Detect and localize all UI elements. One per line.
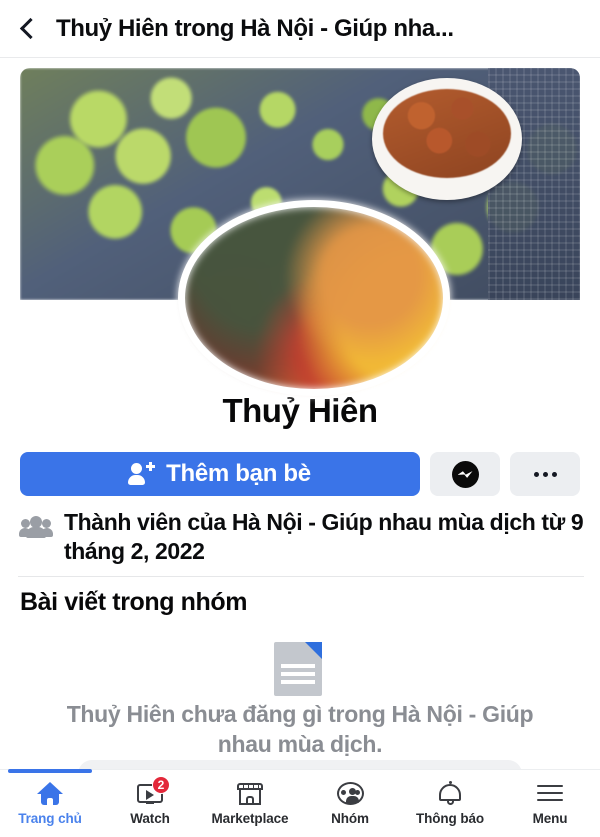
profile-action-row: Thêm bạn bè [20, 452, 580, 496]
home-icon [33, 781, 67, 807]
nav-item-watch[interactable]: 2 Watch [100, 770, 200, 837]
ellipsis-icon [533, 471, 557, 477]
nav-item-home[interactable]: Trang chủ [0, 769, 100, 837]
nav-label-watch: Watch [130, 811, 170, 826]
nav-item-menu[interactable]: Menu [500, 770, 600, 837]
page-title: Thuỷ Hiên trong Hà Nội - Giúp nha... [56, 14, 454, 42]
cover-photo-bowl [372, 78, 522, 200]
document-icon [274, 642, 322, 696]
app-header: Thuỷ Hiên trong Hà Nội - Giúp nha... [0, 0, 600, 58]
bell-icon [433, 781, 467, 807]
profile-name: Thuỷ Hiên [222, 392, 378, 429]
add-friend-label: Thêm bạn bè [166, 460, 311, 487]
chevron-left-icon [19, 17, 42, 40]
nav-label-groups: Nhóm [331, 811, 369, 826]
hamburger-icon [533, 781, 567, 807]
posts-section-title: Bài viết trong nhóm [20, 588, 248, 616]
nav-item-notifications[interactable]: Thông báo [400, 770, 500, 837]
nav-label-menu: Menu [532, 811, 568, 826]
facebook-profile-screen: Thuỷ Hiên trong Hà Nội - Giúp nha... Thu… [0, 0, 600, 837]
message-button[interactable] [430, 452, 500, 496]
watch-badge: 2 [152, 776, 170, 794]
group-people-icon [19, 513, 53, 539]
more-options-button[interactable] [510, 452, 580, 496]
nav-label-home: Trang chủ [18, 811, 82, 826]
membership-info: Thành viên của Hà Nội - Giúp nhau mùa dị… [19, 508, 585, 567]
nav-label-marketplace: Marketplace [211, 811, 289, 826]
nav-item-groups[interactable]: Nhóm [300, 770, 400, 837]
section-divider [18, 576, 584, 577]
bottom-navigation: Trang chủ 2 Watch Marketplace Nhóm Thông… [0, 769, 600, 837]
membership-text: Thành viên của Hà Nội - Giúp nhau mùa dị… [64, 509, 584, 565]
messenger-icon [451, 460, 479, 488]
nav-label-notifications: Thông báo [415, 811, 485, 826]
add-friend-button[interactable]: Thêm bạn bè [20, 452, 420, 496]
nav-item-marketplace[interactable]: Marketplace [200, 770, 300, 837]
person-add-icon [128, 462, 156, 485]
groups-icon [333, 781, 367, 807]
posts-empty-text: Thuỷ Hiên chưa đăng gì trong Hà Nội - Gi… [66, 701, 534, 757]
back-button[interactable] [0, 0, 56, 58]
avatar[interactable] [178, 200, 450, 396]
marketplace-icon [233, 781, 267, 807]
watch-icon: 2 [133, 776, 170, 807]
active-tab-indicator [8, 769, 92, 773]
